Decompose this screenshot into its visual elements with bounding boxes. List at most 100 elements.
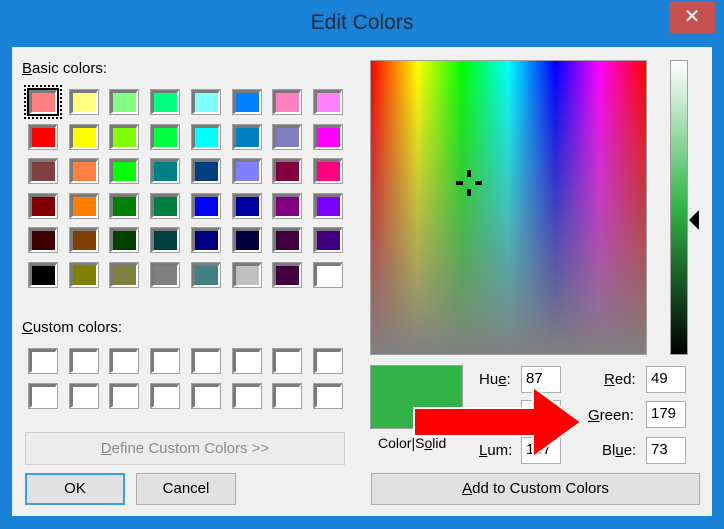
basic-color-swatch[interactable] [231, 89, 262, 115]
label-text: reen: [599, 407, 634, 424]
blue-input[interactable]: 73 [646, 437, 686, 464]
accel-key: R [604, 371, 615, 388]
basic-color-swatch[interactable] [272, 158, 303, 185]
accel-key: A [462, 480, 473, 497]
custom-color-swatch[interactable] [150, 383, 181, 409]
custom-color-swatch[interactable] [109, 383, 140, 409]
basic-color-swatch[interactable] [68, 158, 99, 185]
dialog-body: Basic colors: Custom colors: Define Cust… [12, 47, 712, 516]
luminosity-slider-arrow[interactable] [689, 210, 699, 230]
basic-color-swatch[interactable] [150, 89, 181, 115]
label-text: ed: [614, 371, 636, 388]
basic-color-swatch[interactable] [272, 123, 303, 150]
custom-color-swatch[interactable] [312, 383, 343, 409]
custom-color-swatch[interactable] [28, 348, 58, 374]
custom-color-swatch[interactable] [231, 348, 262, 374]
close-button[interactable]: ✕ [669, 2, 715, 33]
button-label: efine Custom Colors >> [111, 440, 270, 457]
label-text: e: [623, 442, 637, 459]
custom-color-swatch[interactable] [190, 383, 221, 409]
accel-key: C [22, 319, 33, 336]
basic-color-swatch[interactable] [68, 192, 99, 219]
basic-color-swatch[interactable] [272, 227, 303, 254]
basic-color-swatch[interactable] [109, 158, 140, 185]
label-text: Bl [602, 442, 616, 459]
custom-color-swatch[interactable] [312, 348, 343, 374]
green-label: Green: [588, 407, 634, 424]
basic-color-swatch[interactable] [150, 123, 181, 150]
basic-color-swatch[interactable] [231, 123, 262, 150]
custom-color-swatch[interactable] [150, 348, 181, 374]
basic-color-swatch[interactable] [272, 89, 303, 115]
edit-colors-dialog: Edit Colors ✕ Basic colors: Custom color… [0, 0, 724, 529]
basic-color-swatch[interactable] [68, 262, 99, 288]
basic-color-swatch[interactable] [150, 192, 181, 219]
basic-color-swatch[interactable] [28, 192, 58, 219]
basic-color-swatch[interactable] [24, 85, 62, 119]
basic-color-swatch[interactable] [190, 158, 221, 185]
accel-key: u [615, 442, 624, 459]
define-custom-colors-button[interactable]: Define Custom Colors >> [25, 432, 345, 465]
custom-color-swatch[interactable] [68, 348, 99, 374]
red-input[interactable]: 49 [646, 366, 686, 393]
basic-color-swatch[interactable] [190, 123, 221, 150]
red-label: Red: [604, 371, 636, 388]
basic-color-swatch[interactable] [150, 262, 181, 288]
close-icon: ✕ [683, 6, 701, 28]
basic-color-swatch[interactable] [109, 262, 140, 288]
basic-color-swatch[interactable] [109, 123, 140, 150]
basic-color-swatch[interactable] [28, 158, 58, 185]
basic-color-swatch[interactable] [150, 227, 181, 254]
basic-color-swatch[interactable] [312, 89, 343, 115]
basic-color-swatch[interactable] [68, 227, 99, 254]
basic-color-swatch[interactable] [68, 89, 99, 115]
button-label: dd to Custom Colors [472, 480, 609, 497]
basic-color-swatch[interactable] [272, 262, 303, 288]
luminosity-bar[interactable] [670, 60, 688, 355]
basic-color-swatch[interactable] [231, 192, 262, 219]
basic-color-swatch[interactable] [28, 227, 58, 254]
basic-color-swatch[interactable] [68, 123, 99, 150]
custom-colors-label: Custom colors: [22, 319, 122, 336]
green-input[interactable]: 179 [646, 401, 686, 428]
annotation-arrow-icon [413, 386, 583, 458]
ok-button[interactable]: OK [25, 473, 125, 505]
custom-color-swatch[interactable] [28, 383, 58, 409]
title-bar[interactable]: Edit Colors ✕ [0, 0, 724, 46]
add-to-custom-colors-button[interactable]: Add to Custom Colors [371, 473, 700, 505]
basic-color-swatch[interactable] [28, 262, 58, 288]
basic-color-swatch[interactable] [312, 158, 343, 185]
custom-color-swatch[interactable] [272, 383, 303, 409]
basic-color-swatch[interactable] [190, 262, 221, 288]
accel-key: D [100, 440, 112, 457]
basic-color-swatch[interactable] [312, 227, 343, 254]
blue-label: Blue: [602, 442, 636, 459]
basic-color-swatch[interactable] [109, 192, 140, 219]
custom-color-swatch[interactable] [190, 348, 221, 374]
basic-color-swatch[interactable] [190, 227, 221, 254]
basic-colors-label: Basic colors: [22, 60, 107, 77]
basic-color-swatch[interactable] [190, 89, 221, 115]
cancel-button[interactable]: Cancel [136, 473, 236, 505]
basic-color-swatch[interactable] [231, 158, 262, 185]
basic-color-swatch[interactable] [312, 123, 343, 150]
basic-color-swatch[interactable] [272, 192, 303, 219]
custom-color-swatch[interactable] [68, 383, 99, 409]
basic-color-swatch[interactable] [312, 262, 343, 288]
basic-color-swatch[interactable] [109, 89, 140, 115]
basic-color-swatch[interactable] [150, 158, 181, 185]
basic-color-swatch[interactable] [231, 227, 262, 254]
color-spectrum[interactable] [370, 60, 647, 355]
label-text: asic colors: [32, 60, 108, 77]
custom-color-swatch[interactable] [109, 348, 140, 374]
basic-color-swatch[interactable] [109, 227, 140, 254]
accel-key: B [22, 60, 33, 77]
basic-color-swatch[interactable] [231, 262, 262, 288]
basic-color-swatch[interactable] [190, 192, 221, 219]
accel-key: G [588, 407, 600, 424]
label-text: ustom colors: [32, 319, 123, 336]
custom-color-swatch[interactable] [272, 348, 303, 374]
custom-color-swatch[interactable] [231, 383, 262, 409]
basic-color-swatch[interactable] [28, 123, 58, 150]
basic-color-swatch[interactable] [312, 192, 343, 219]
